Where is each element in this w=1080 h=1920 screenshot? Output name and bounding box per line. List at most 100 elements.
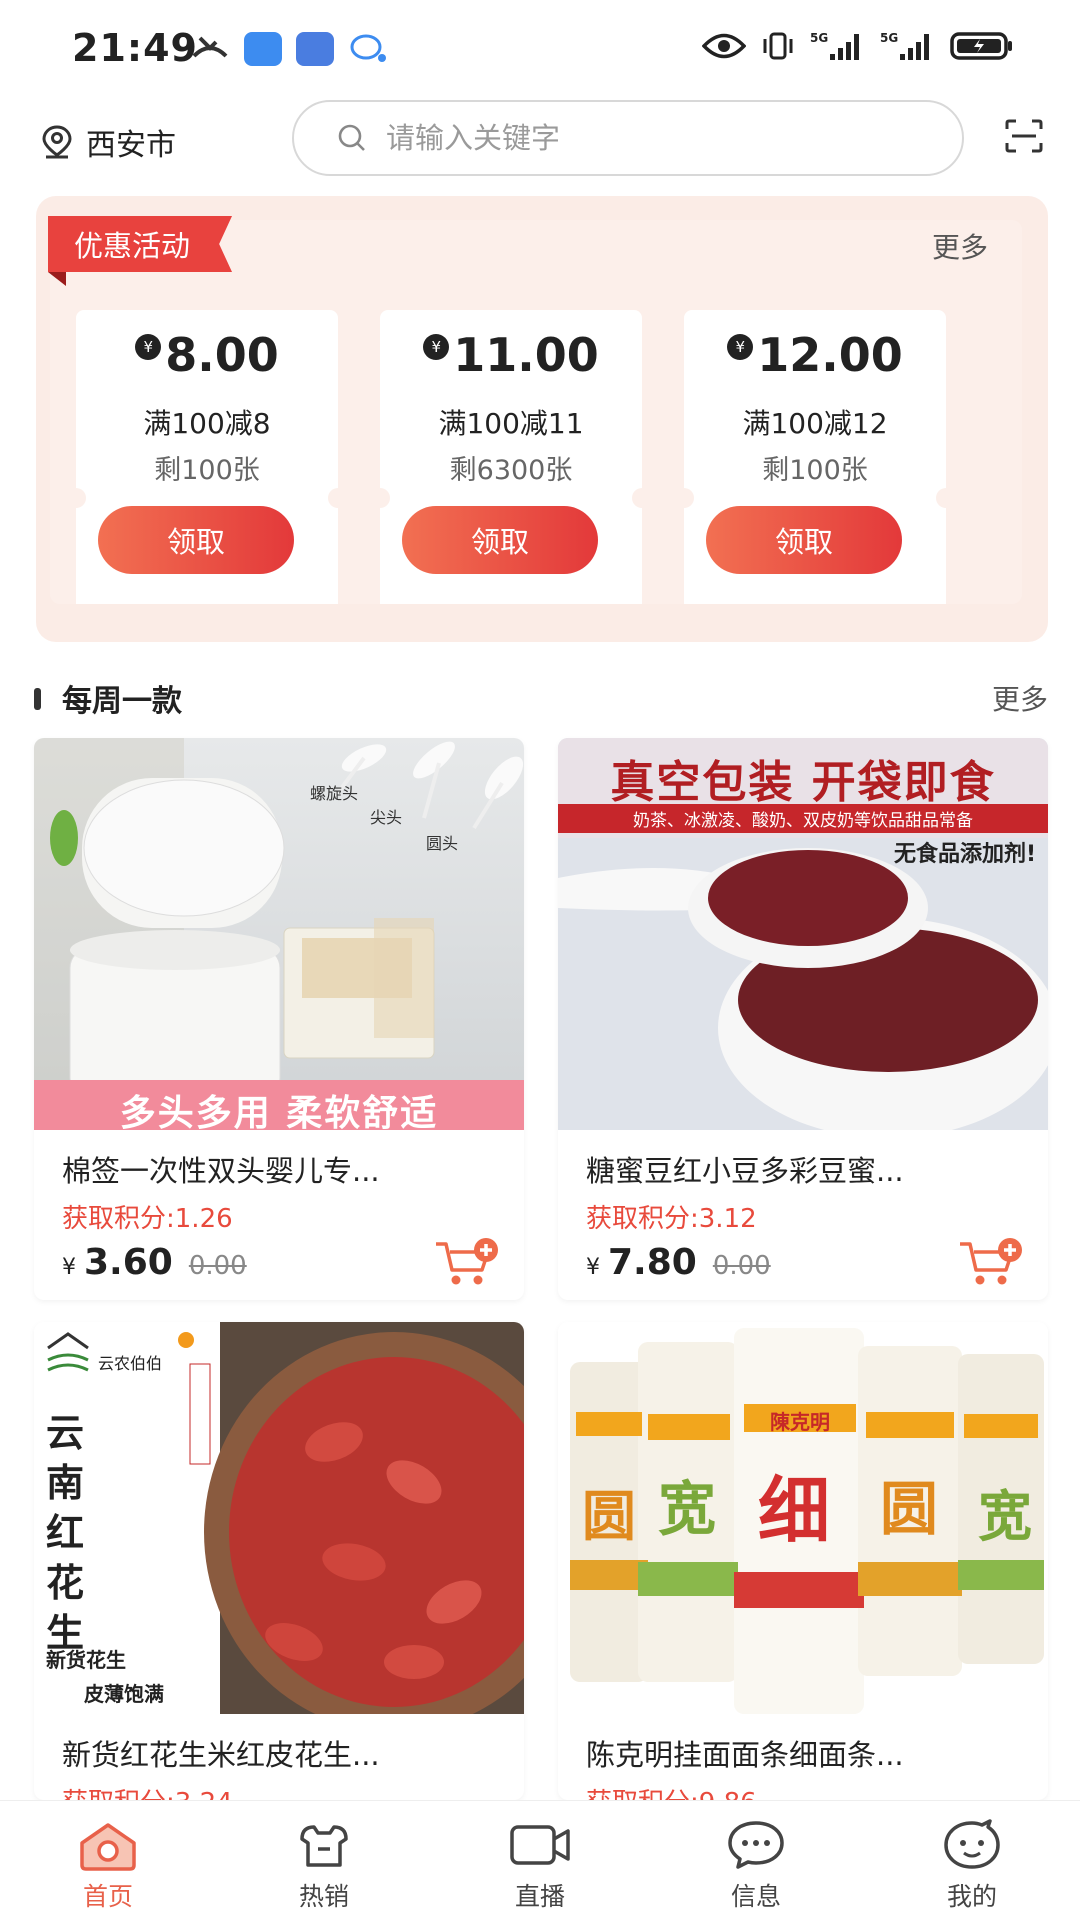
- home-icon: [80, 1823, 136, 1871]
- coupon-card: ¥ 11.00 满100减11 剩6300张 领取: [370, 310, 652, 604]
- bottom-tab-bar: 首页 热销 直播 信息 我的: [0, 1800, 1080, 1920]
- tab-home[interactable]: 首页: [18, 1801, 198, 1920]
- product-card[interactable]: 真空包装 开袋即食 奶茶、冰激凌、酸奶、双皮奶等饮品甜品常备 无食品添加剂! 糖…: [558, 738, 1048, 1300]
- product-name: 新货红花生米红皮花生...: [62, 1738, 380, 1772]
- missed-call-icon: [192, 36, 228, 58]
- chat-bubble-icon: [350, 34, 386, 62]
- claim-coupon-button[interactable]: 领取: [402, 506, 598, 574]
- coupon-list: ¥ 8.00 满100减8 剩100张 领取 ¥ 11.00 满100减11 剩…: [66, 310, 956, 604]
- add-to-cart-button[interactable]: [958, 1236, 1024, 1292]
- coupon-remaining: 剩100张: [762, 455, 868, 486]
- tab-label: 首页: [82, 1882, 133, 1911]
- message-icon: [728, 1821, 784, 1869]
- noodle-char: 圆: [582, 1485, 636, 1548]
- status-time: 21:49: [72, 26, 198, 70]
- coupon-value: ¥ 12.00: [684, 328, 946, 382]
- location-pin-icon: [42, 125, 72, 159]
- tab-messages[interactable]: 信息: [666, 1801, 846, 1920]
- live-camera-icon: [510, 1825, 570, 1865]
- location-selector[interactable]: 西安市: [40, 120, 176, 164]
- image-title-vertical: 云南红花生: [46, 1411, 85, 1655]
- tab-label: 直播: [514, 1882, 565, 1911]
- image-title: 真空包装 开袋即食: [610, 757, 996, 808]
- brand-label: 陳克明: [770, 1410, 830, 1434]
- section-title: 每周一款: [62, 684, 182, 719]
- claim-coupon-button[interactable]: 领取: [706, 506, 902, 574]
- tab-hot-sale[interactable]: 热销: [234, 1801, 414, 1920]
- image-label: 尖头: [370, 808, 403, 827]
- product-points: 获取积分:1.26: [62, 1204, 233, 1234]
- coupon-amount: 12.00: [757, 328, 903, 382]
- product-points: 获取积分:3.24: [62, 1782, 233, 1800]
- image-label: 螺旋头: [310, 784, 359, 803]
- tab-profile[interactable]: 我的: [882, 1801, 1062, 1920]
- coupon-card: ¥ 12.00 满100减12 剩100张 领取: [674, 310, 956, 604]
- product-points: 获取积分:9.86: [586, 1782, 757, 1800]
- promotions-more-link[interactable]: 更多: [932, 226, 988, 266]
- svg-text:5G: 5G: [810, 31, 828, 45]
- image-banner-text: 多头多用 柔软舒适: [119, 1093, 439, 1130]
- app-notification-icon: [296, 32, 334, 66]
- original-price: 0.00: [712, 1251, 771, 1281]
- currency-symbol: ¥: [586, 1255, 600, 1280]
- claim-coupon-button[interactable]: 领取: [98, 506, 294, 574]
- brand-name: 云农伯伯: [98, 1354, 163, 1373]
- image-label: 圆头: [426, 834, 459, 853]
- coupon-remaining: 剩6300张: [449, 455, 573, 486]
- eye-icon: [702, 33, 746, 59]
- product-name: 棉签一次性双头婴儿专...: [62, 1154, 380, 1188]
- tab-label: 我的: [946, 1882, 997, 1911]
- section-marker: [34, 688, 41, 710]
- app-notification-icon: [244, 32, 282, 66]
- weekly-section-header: 每周一款 更多: [34, 672, 1048, 722]
- currency-icon: ¥: [423, 334, 450, 360]
- search-bar[interactable]: [292, 100, 964, 176]
- product-points: 获取积分:3.12: [586, 1204, 757, 1234]
- product-card[interactable]: 陳克明 圆 宽 细 圆 宽 陈克明挂面面条细面条... 获取积分:9.86: [558, 1322, 1048, 1800]
- tab-live[interactable]: 直播: [450, 1801, 630, 1920]
- image-subtitle: 奶茶、冰激凌、酸奶、双皮奶等饮品甜品常备: [558, 804, 1048, 833]
- status-right-icons: 5G 5G: [702, 30, 1014, 62]
- profile-icon: [944, 1819, 1000, 1869]
- product-price: 7.80: [608, 1242, 697, 1283]
- price-row: ¥ 7.80 0.00: [586, 1242, 771, 1283]
- status-bar: 21:49 5G 5G: [0, 0, 1080, 100]
- svg-text:5G: 5G: [880, 31, 898, 45]
- cotton-swab-illustration: [34, 738, 524, 1130]
- product-name: 糖蜜豆红小豆多彩豆蜜...: [586, 1154, 904, 1188]
- add-to-cart-icon: [436, 1238, 498, 1285]
- top-header: 西安市: [0, 100, 1080, 196]
- coupon-condition: 满100减11: [438, 407, 584, 440]
- promotions-panel: ¥ 8.00 满100减8 剩100张 领取 ¥ 11.00 满100减11 剩…: [36, 196, 1048, 642]
- product-card[interactable]: 螺旋头 尖头 圆头 多头多用 柔软舒适 棉签一次性双头婴儿专... 获取积分:1…: [34, 738, 524, 1300]
- hot-sale-icon: [300, 1825, 348, 1867]
- price-row: ¥ 3.60 0.00: [62, 1242, 247, 1283]
- coupon-condition: 满100减8: [143, 407, 271, 440]
- add-to-cart-button[interactable]: [434, 1236, 500, 1292]
- product-image: 云农伯伯 云南红花生 新货花生 皮薄饱满: [34, 1322, 524, 1714]
- battery-charging-icon: [950, 32, 1012, 60]
- currency-icon: ¥: [727, 334, 754, 360]
- promotions-strip: ¥ 8.00 满100减8 剩100张 领取 ¥ 11.00 满100减11 剩…: [50, 220, 1022, 604]
- tab-label: 信息: [730, 1882, 781, 1911]
- product-image: 螺旋头 尖头 圆头 多头多用 柔软舒适: [34, 738, 524, 1130]
- image-subtitle: 皮薄饱满: [84, 1682, 164, 1706]
- product-name: 陈克明挂面面条细面条...: [586, 1738, 904, 1772]
- coupon-value: ¥ 8.00: [76, 328, 338, 382]
- product-image: 真空包装 开袋即食 奶茶、冰激凌、酸奶、双皮奶等饮品甜品常备 无食品添加剂!: [558, 738, 1048, 1130]
- promotions-tag: 优惠活动: [48, 216, 233, 272]
- noodle-char: 宽: [978, 1485, 1032, 1548]
- coupon-value: ¥ 11.00: [380, 328, 642, 382]
- currency-icon: ¥: [135, 334, 162, 360]
- noodle-char: 宽: [658, 1475, 717, 1543]
- weekly-more-link[interactable]: 更多: [992, 678, 1048, 718]
- coupon-amount: 11.00: [453, 328, 599, 382]
- image-subtitle: 新货花生: [46, 1648, 126, 1672]
- scan-button[interactable]: [1004, 118, 1044, 158]
- noodle-char: 圆: [880, 1475, 939, 1543]
- add-to-cart-icon: [960, 1238, 1022, 1285]
- product-card[interactable]: 云农伯伯 云南红花生 新货花生 皮薄饱满 新货红花生米红皮花生... 获取积分:…: [34, 1322, 524, 1800]
- product-price: 3.60: [84, 1242, 173, 1283]
- search-input[interactable]: [386, 121, 906, 155]
- location-label: 西安市: [86, 128, 176, 163]
